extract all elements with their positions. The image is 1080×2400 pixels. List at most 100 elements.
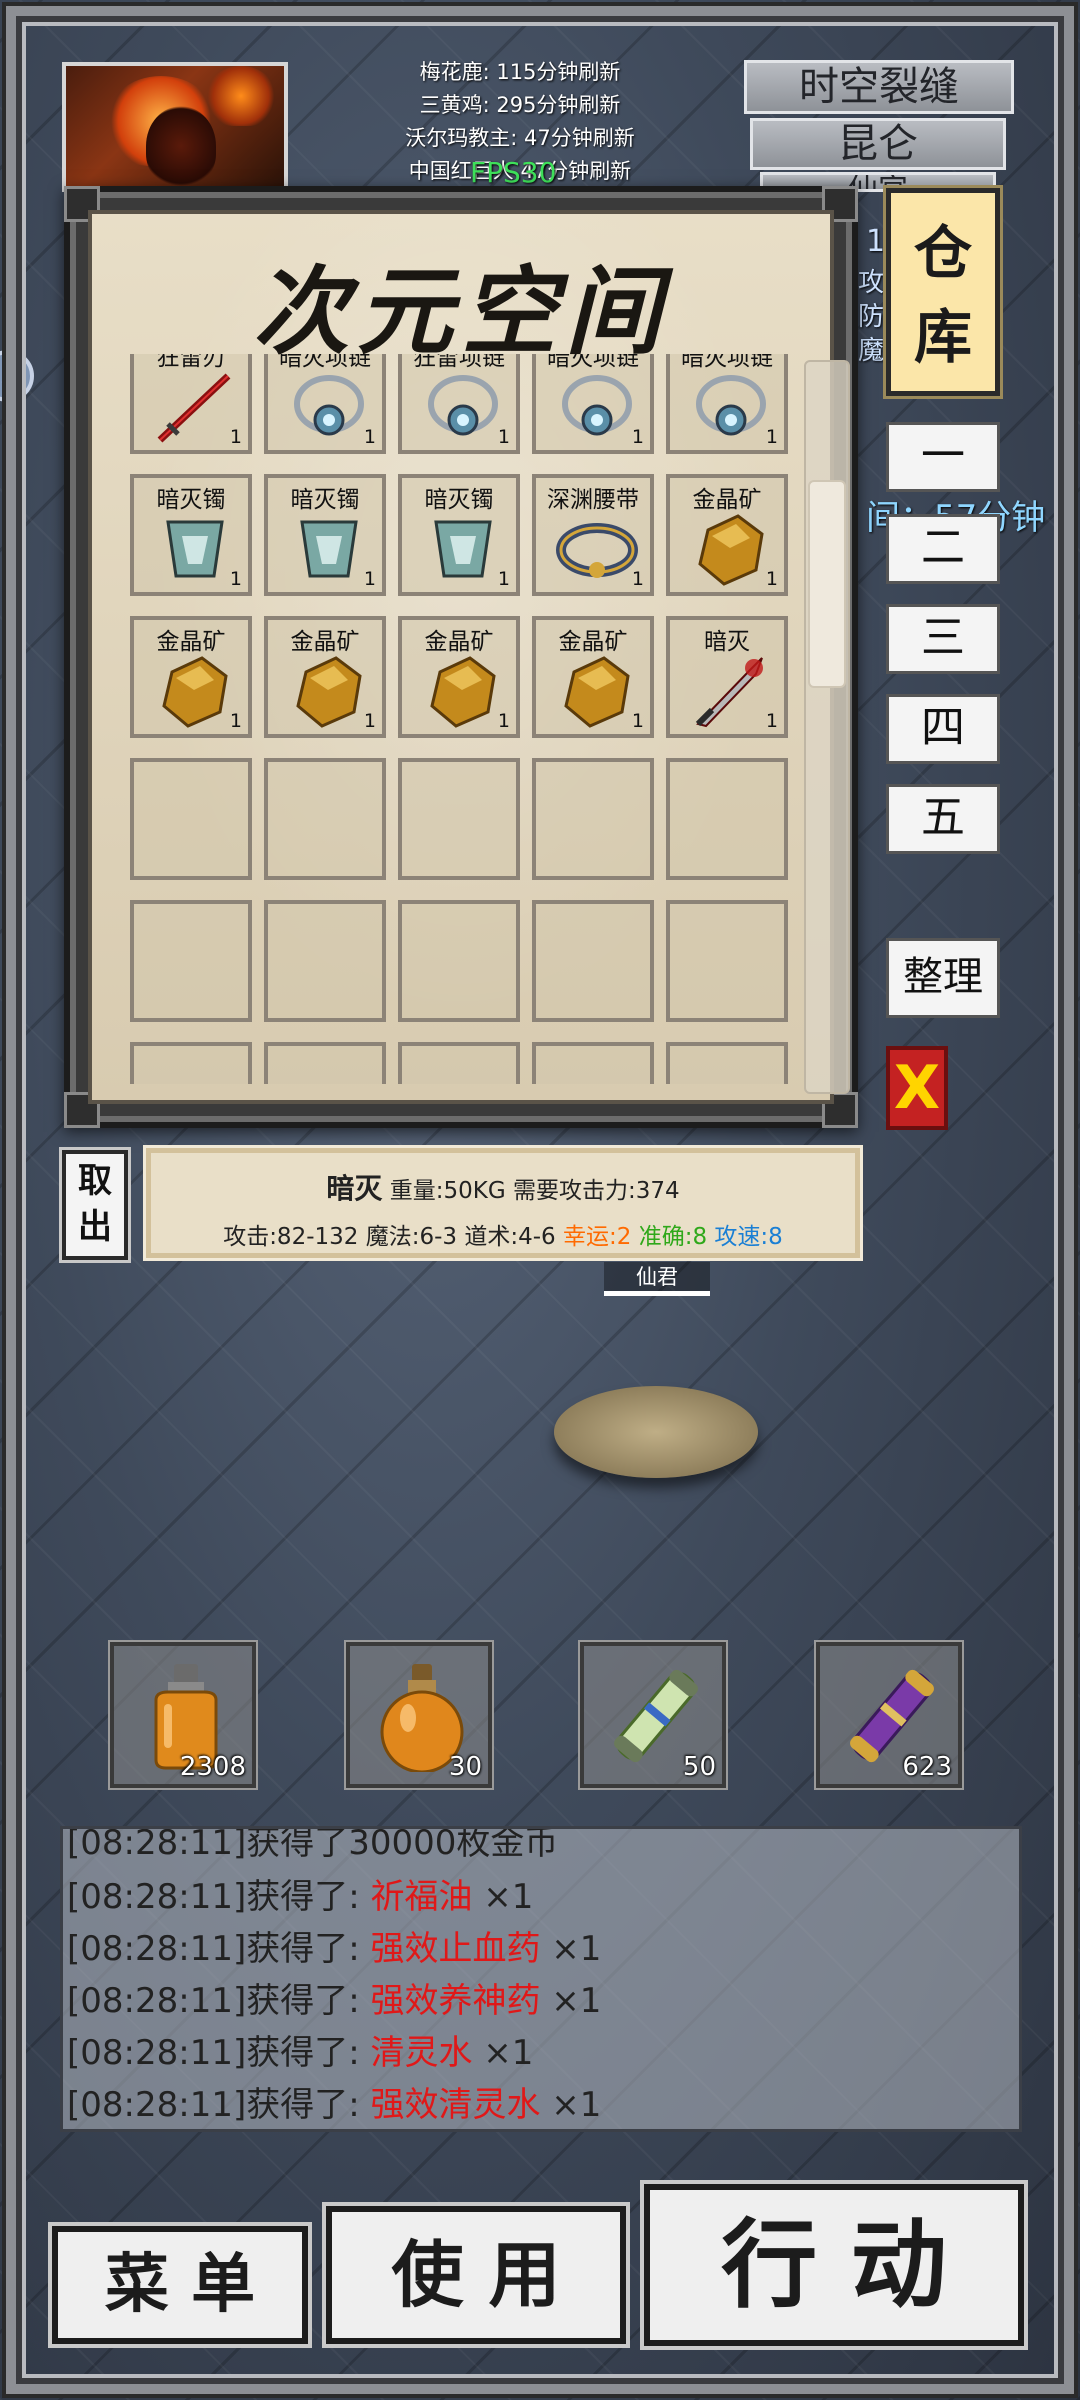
- map-button-kunlun[interactable]: 昆仑: [750, 118, 1006, 170]
- quick-slot-qty: 2308: [179, 1752, 246, 1782]
- warehouse-grid: 狂雷刃 1 暗灭项链 1 狂雷项链 1 暗灭项链 1 暗灭项链 1 暗灭镯 1 暗灭镯 1 暗灭镯 1 深渊腰带…: [130, 354, 790, 1084]
- item-name: 暗灭: [326, 1172, 383, 1205]
- quick-slot-1[interactable]: 2308: [108, 1640, 258, 1790]
- item-slot-qty: 1: [631, 710, 644, 732]
- empty-slot[interactable]: [666, 1042, 788, 1084]
- item-slot-name: 深渊腰带: [547, 487, 639, 513]
- warehouse-slot[interactable]: 金晶矿 1: [130, 616, 252, 738]
- warehouse-slot[interactable]: 暗灭镯 1: [264, 474, 386, 596]
- item-slot-qty: 1: [497, 710, 510, 732]
- item-slot-name: 金晶矿: [692, 487, 762, 513]
- warehouse-slot[interactable]: 狂雷项链 1: [398, 354, 520, 454]
- warehouse-panel: 次元空间 狂雷刃 1 暗灭项链 1 狂雷项链 1 暗灭项链 1 暗灭项链 1 暗灭镯 1 暗灭镯 1 暗灭镯…: [64, 186, 858, 1128]
- action-button[interactable]: 行 动: [640, 2180, 1028, 2350]
- warehouse-slot[interactable]: 狂雷刃 1: [130, 354, 252, 454]
- item-slot-name: 暗灭项链: [547, 354, 639, 371]
- empty-slot[interactable]: [532, 1042, 654, 1084]
- empty-slot[interactable]: [532, 758, 654, 880]
- item-slot-name: 暗灭镯: [424, 487, 494, 513]
- menu-button[interactable]: 菜 单: [48, 2222, 312, 2348]
- warehouse-tab[interactable]: 仓库: [883, 185, 1003, 399]
- warehouse-slot[interactable]: 金晶矿 1: [398, 616, 520, 738]
- empty-slot[interactable]: [398, 758, 520, 880]
- quick-slot-3[interactable]: 50: [578, 1640, 728, 1790]
- item-slot-qty: 1: [497, 568, 510, 590]
- log-line: [08:28:11]获得了: 强效养神药 ×1: [67, 1981, 602, 2021]
- warehouse-slot[interactable]: 暗灭 1: [666, 616, 788, 738]
- close-button[interactable]: X: [886, 1046, 948, 1130]
- warehouse-scrollbar[interactable]: [804, 360, 850, 1094]
- item-slot-name: 金晶矿: [156, 629, 226, 655]
- item-slot-name: 金晶矿: [290, 629, 360, 655]
- item-slot-qty: 1: [229, 568, 242, 590]
- warehouse-slot[interactable]: 暗灭项链 1: [264, 354, 386, 454]
- log-line: [08:28:11]获得了: 强效清灵水 ×1: [67, 2085, 602, 2125]
- page-tab-5[interactable]: 五: [886, 784, 1000, 854]
- take-out-button[interactable]: 取出: [59, 1147, 131, 1263]
- page-tab-4[interactable]: 四: [886, 694, 1000, 764]
- log-line: [08:28:11]获得了: 清灵水 ×1: [67, 2033, 534, 2073]
- item-slot-name: 暗灭镯: [156, 487, 226, 513]
- item-slot-qty: 1: [765, 710, 778, 732]
- empty-slot[interactable]: [264, 758, 386, 880]
- page-tab-3[interactable]: 三: [886, 604, 1000, 674]
- warehouse-slot[interactable]: 暗灭项链 1: [532, 354, 654, 454]
- item-slot-qty: 1: [363, 710, 376, 732]
- fps-counter: FPS30: [470, 156, 557, 189]
- tidy-button[interactable]: 整理: [886, 938, 1000, 1018]
- quick-slot-qty: 50: [682, 1752, 716, 1782]
- item-slot-qty: 1: [765, 568, 778, 590]
- item-slot-qty: 1: [631, 426, 644, 448]
- item-info-panel: 暗灭 重量:50KG 需要攻击力:374 攻击:82-132 魔法:6-3 道术…: [143, 1145, 863, 1261]
- take-out-label: 取出: [78, 1161, 112, 1247]
- item-attack: 攻击:82-132: [223, 1224, 359, 1250]
- item-slot-name: 金晶矿: [558, 629, 628, 655]
- boss-timer: 沃尔玛教主: 47分钟刷新: [405, 126, 635, 150]
- empty-slot[interactable]: [398, 1042, 520, 1084]
- empty-slot[interactable]: [532, 900, 654, 1022]
- map-button-rift[interactable]: 时空裂缝: [744, 60, 1014, 114]
- empty-slot[interactable]: [130, 758, 252, 880]
- npc-name-label[interactable]: 仙君: [604, 1262, 710, 1296]
- warehouse-slot[interactable]: 金晶矿 1: [264, 616, 386, 738]
- item-accuracy: 准确:8: [638, 1224, 708, 1250]
- empty-slot[interactable]: [398, 900, 520, 1022]
- item-taoism: 道术:4-6: [464, 1224, 556, 1250]
- log-line: [08:28:11]获得了: 祈福油 ×1: [67, 1877, 534, 1917]
- player-portrait[interactable]: [62, 62, 288, 192]
- warehouse-slot[interactable]: 暗灭镯 1: [130, 474, 252, 596]
- warehouse-slot[interactable]: 金晶矿 1: [666, 474, 788, 596]
- item-slot-qty: 1: [363, 568, 376, 590]
- warehouse-slot[interactable]: 暗灭项链 1: [666, 354, 788, 454]
- warehouse-slot[interactable]: 暗灭镯 1: [398, 474, 520, 596]
- item-slot-name: 暗灭镯: [290, 487, 360, 513]
- empty-slot[interactable]: [130, 1042, 252, 1084]
- empty-slot[interactable]: [666, 758, 788, 880]
- item-magic: 魔法:6-3: [365, 1224, 458, 1250]
- page-tab-1[interactable]: 一: [886, 422, 1000, 492]
- empty-slot[interactable]: [130, 900, 252, 1022]
- quick-slot-2[interactable]: 30: [344, 1640, 494, 1790]
- warehouse-slot[interactable]: 深渊腰带 1: [532, 474, 654, 596]
- item-slot-qty: 1: [631, 568, 644, 590]
- empty-slot[interactable]: [264, 900, 386, 1022]
- quick-slot-4[interactable]: 623: [814, 1640, 964, 1790]
- scrollbar-thumb[interactable]: [808, 480, 846, 688]
- empty-slot[interactable]: [264, 1042, 386, 1084]
- boss-timer: 三黄鸡: 295分钟刷新: [419, 93, 621, 117]
- use-button[interactable]: 使 用: [322, 2202, 630, 2348]
- page-tab-2[interactable]: 二: [886, 514, 1000, 584]
- teleport-platform[interactable]: [554, 1386, 758, 1478]
- quick-slot-qty: 30: [448, 1752, 482, 1782]
- item-slot-name: 暗灭项链: [681, 354, 773, 371]
- item-slot-name: 狂雷刃: [156, 354, 226, 371]
- item-slot-qty: 1: [229, 426, 242, 448]
- warehouse-slot[interactable]: 金晶矿 1: [532, 616, 654, 738]
- message-log[interactable]: [08:28:11]获得了30000枚金币 [08:28:11]获得了: 祈福油…: [60, 1826, 1022, 2132]
- empty-slot[interactable]: [666, 900, 788, 1022]
- item-attack-speed: 攻速:8: [714, 1224, 783, 1250]
- item-requirement: 需要攻击力:374: [512, 1178, 680, 1204]
- warehouse-panel-body: 次元空间 狂雷刃 1 暗灭项链 1 狂雷项链 1 暗灭项链 1 暗灭项链 1 暗灭镯 1 暗灭镯 1 暗灭镯…: [88, 210, 850, 1104]
- item-weight: 重量:50KG: [389, 1178, 506, 1204]
- log-line: [08:28:11]获得了: 强效止血药 ×1: [67, 1929, 602, 1969]
